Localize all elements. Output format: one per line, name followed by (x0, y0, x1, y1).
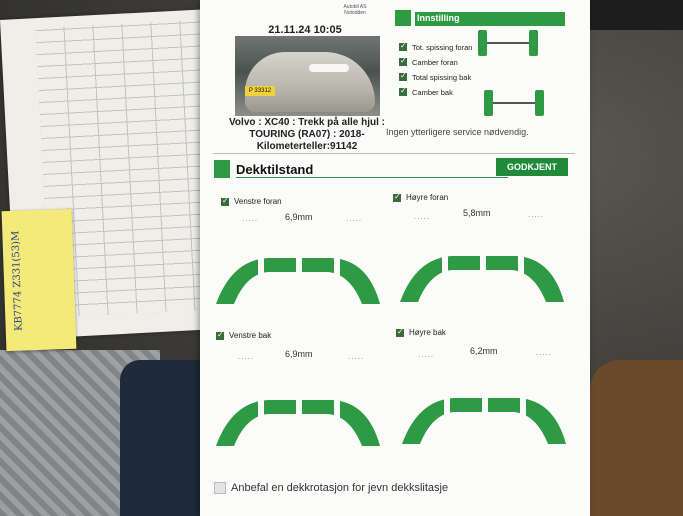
tire-label-rear-left: Venstre bak (216, 330, 272, 340)
rotation-recommendation: Anbefal en dekkrotasjon for jevn dekksli… (214, 482, 448, 494)
tire-label-front-right: Høyre foran (393, 192, 449, 202)
check-icon (393, 192, 401, 202)
tire-tread-front-left (216, 256, 380, 304)
tread-groove (442, 254, 448, 274)
axle-line (487, 42, 529, 44)
tread-groove (482, 396, 488, 416)
dots: ..... (346, 214, 363, 223)
tread-depth-front-left: 6,9mm (285, 212, 313, 222)
tire-tread-front-right (400, 254, 564, 302)
wheel-icon (535, 90, 544, 116)
tread-groove (258, 256, 264, 276)
shoe (590, 360, 683, 516)
dots: ..... (528, 210, 545, 219)
dots: ..... (536, 348, 553, 357)
tire-condition-title: Dekktilstand (236, 162, 314, 177)
photo-scene: KB7774 Z331(53)M Autobil AS Notodden 21.… (0, 0, 683, 516)
rear-axle-icon (484, 90, 544, 116)
dots: ..... (242, 214, 259, 223)
car-photo: P 33312 (235, 36, 380, 116)
alignment-header: Innstilling (395, 10, 567, 28)
car-info-line: TOURING (RA07) : 2018- (249, 129, 365, 140)
tread-groove (444, 396, 450, 416)
wheel-icon (529, 30, 538, 56)
tire-icon (214, 160, 230, 178)
header-underline (236, 177, 508, 178)
check-icon (399, 56, 407, 66)
section-divider (213, 153, 575, 154)
check-icon (399, 71, 407, 81)
tread-groove (296, 256, 302, 276)
tire-label-rear-right: Høyre bak (396, 327, 446, 337)
unchecked-box-icon (214, 482, 226, 494)
alignment-icon (395, 10, 411, 26)
sticky-note: KB7774 Z331(53)M (1, 208, 77, 352)
dots: ..... (414, 212, 431, 221)
check-icon (396, 327, 404, 337)
check-label: Camber bak (412, 88, 453, 97)
car-info-line: Volvo : XC40 : Trekk på alle hjul : (229, 117, 385, 128)
tread-groove (520, 396, 526, 416)
tire-label-front-left: Venstre foran (221, 196, 282, 206)
tire-condition-header: Dekktilstand GODKJENT (214, 158, 568, 180)
service-note: Ingen ytterligere service nødvendig. (386, 127, 529, 137)
alignment-check: Tot. spissing foran (399, 41, 489, 52)
sticky-note-text: KB7774 Z331(53)M (10, 230, 25, 332)
car-body (245, 52, 375, 112)
tread-groove (334, 398, 340, 418)
check-icon (399, 86, 407, 96)
front-axle-icon (478, 30, 538, 56)
license-plate: P 33312 (245, 86, 275, 96)
tire-tread-rear-left (216, 398, 380, 446)
tread-depth-front-right: 5,8mm (463, 208, 491, 218)
alignment-check: Total spissing bak (399, 71, 489, 82)
tire-label: Høyre bak (409, 328, 446, 337)
approved-badge: GODKJENT (496, 158, 568, 176)
wheel-icon (484, 90, 493, 116)
dots: ..... (238, 352, 255, 361)
check-icon (399, 41, 407, 51)
alignment-checklist: Tot. spissing foran Camber foran Total s… (399, 41, 489, 103)
tread-groove (296, 398, 302, 418)
tread-depth-rear-left: 6,9mm (285, 349, 313, 359)
tread-groove (334, 256, 340, 276)
wheel-icon (478, 30, 487, 56)
check-label: Camber foran (412, 58, 458, 67)
tread-groove (480, 254, 486, 274)
rotation-label: Anbefal en dekkrotasjon for jevn dekksli… (231, 482, 449, 494)
tire-label: Venstre bak (229, 331, 272, 340)
check-icon (221, 196, 229, 206)
axle-line (493, 102, 535, 104)
alignment-title: Innstilling (417, 13, 460, 23)
car-info: Volvo : XC40 : Trekk på alle hjul : TOUR… (222, 117, 392, 153)
alignment-check: Camber bak (399, 86, 489, 97)
check-icon (216, 330, 224, 340)
tire-tread-rear-right (402, 396, 566, 444)
tire-label: Høyre foran (406, 193, 449, 202)
tread-depth-rear-right: 6,2mm (470, 346, 498, 356)
alignment-check: Camber foran (399, 56, 489, 67)
check-label: Total spissing bak (412, 73, 472, 82)
car-info-line: Kilometerteller:91142 (256, 141, 358, 152)
report-datetime: 21.11.24 10:05 (268, 24, 342, 36)
car-headlight (309, 64, 349, 72)
check-label: Tot. spissing foran (412, 43, 473, 52)
dots: ..... (348, 352, 365, 361)
tread-groove (518, 254, 524, 274)
tread-groove (258, 398, 264, 418)
tire-label: Venstre foran (234, 197, 282, 206)
dots: ..... (418, 350, 435, 359)
